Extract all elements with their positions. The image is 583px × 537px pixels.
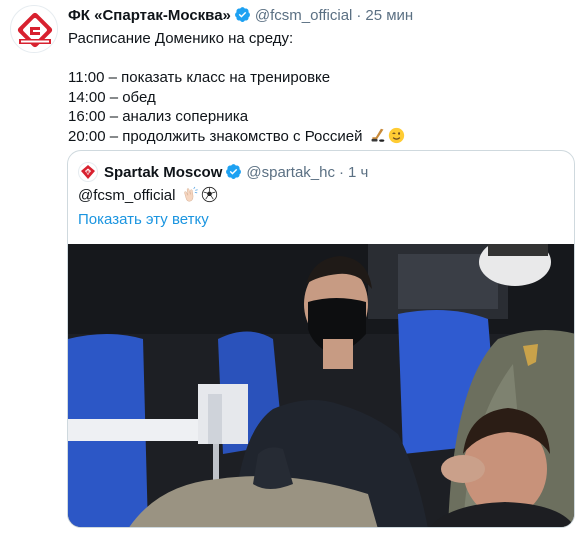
tweet-line-text: 20:00 – продолжить знакомство с Россией	[68, 127, 363, 145]
separator-dot: ·	[356, 7, 362, 24]
spartak-hc-logo-icon[interactable]	[78, 162, 98, 182]
clapping-hands-icon	[183, 186, 198, 202]
verified-badge-icon	[226, 164, 242, 179]
separator-dot: ·	[338, 164, 344, 181]
author-name[interactable]: ФК «Спартак-Москва»	[68, 7, 231, 24]
tweet-line: 16:00 – анализ соперника	[68, 108, 249, 126]
spartak-crest-icon	[12, 7, 57, 52]
tweet-line-last: 20:00 – продолжить знакомство с Россией	[68, 127, 405, 147]
quoted-tweet-header: Spartak Moscow @spartak_hc · 1 ч	[78, 162, 368, 182]
tweet: ФК «Спартак-Москва» @fcsm_official · 25 мин…	[0, 0, 583, 537]
hockey-stick-icon	[371, 128, 384, 142]
author-avatar[interactable]	[10, 5, 58, 53]
quoted-tweet-card[interactable]: Spartak Moscow @spartak_hc · 1 ч @fcsm_offi…	[67, 150, 575, 528]
tweet-header: ФК «Спартак-Москва» @fcsm_official · 25 мин	[68, 6, 413, 26]
mention-link[interactable]: @fcsm_official	[78, 187, 175, 204]
verified-badge-icon	[234, 7, 250, 22]
show-thread-link[interactable]: Показать эту ветку	[78, 210, 209, 230]
tweet-line: 11:00 – показать класс на тренировке	[68, 69, 331, 87]
tweet-text: Расписание Доменико на среду: 11:00 – по…	[68, 29, 405, 147]
quoted-author-name[interactable]: Spartak Moscow	[104, 164, 222, 181]
author-handle[interactable]: @fcsm_official	[255, 7, 352, 24]
quoted-tweet-text: @fcsm_official	[78, 186, 218, 206]
timestamp[interactable]: 25 мин	[365, 7, 413, 24]
winking-face-icon	[388, 127, 404, 144]
quoted-timestamp[interactable]: 1 ч	[348, 164, 368, 181]
tweet-line: Расписание Доменико на среду:	[68, 30, 294, 47]
quoted-author-handle[interactable]: @spartak_hc	[246, 164, 335, 181]
quoted-tweet-photo[interactable]	[68, 244, 575, 528]
tweet-line: 14:00 – обед	[68, 88, 156, 106]
soccer-ball-icon	[201, 186, 217, 203]
